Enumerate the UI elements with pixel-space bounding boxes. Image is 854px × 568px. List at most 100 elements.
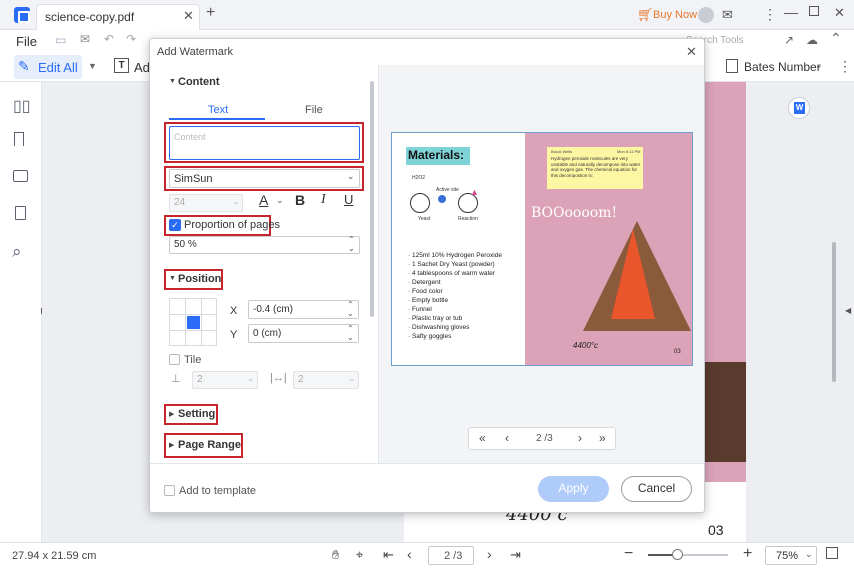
underline-icon[interactable]: U xyxy=(344,192,353,207)
more-menu-icon[interactable]: ⋮ xyxy=(763,6,777,23)
zoom-select[interactable]: 75% ⌄ xyxy=(765,546,817,565)
share-icon[interactable]: ↗ xyxy=(784,33,794,47)
notification-icon[interactable]: ✉︎ xyxy=(722,7,733,23)
font-color-icon[interactable]: A xyxy=(259,192,268,208)
tab-text[interactable]: Text xyxy=(208,104,228,116)
cancel-button[interactable]: Cancel xyxy=(621,476,692,502)
bates-dropdown-icon[interactable]: ⌄ xyxy=(815,60,823,71)
x-value: -0.4 (cm) xyxy=(253,304,293,315)
bold-icon[interactable]: B xyxy=(295,192,305,208)
section-content[interactable]: Content xyxy=(178,76,220,88)
font-select[interactable]: SimSun ⌄ xyxy=(169,169,360,188)
settings-scrollbar[interactable] xyxy=(370,81,374,317)
collapse-icon[interactable]: ⌃ xyxy=(830,30,842,47)
last-page-icon[interactable]: ⇥ xyxy=(510,547,521,563)
preview-first-icon[interactable]: « xyxy=(479,431,486,445)
setting-expand-icon[interactable]: ▶ xyxy=(169,410,174,418)
select-tool-icon[interactable]: ⌖ xyxy=(356,547,363,563)
close-tab-icon[interactable]: ✕ xyxy=(183,8,194,24)
close-window-icon[interactable]: ✕ xyxy=(834,5,845,21)
first-page-icon[interactable]: ⇤ xyxy=(383,547,394,563)
redo-icon[interactable]: ↷ xyxy=(126,32,136,46)
zoom-slider-track[interactable] xyxy=(648,549,728,560)
thumbnails-icon[interactable]: ▯▯ xyxy=(13,96,31,115)
sticky-note: Brook Wells Mon 6:11 PM Hydrogen peroxid… xyxy=(547,147,643,189)
y-spin-icon[interactable]: ⌃ ⌄ xyxy=(347,324,354,342)
search-icon[interactable]: ⌕ xyxy=(12,242,28,261)
content-input[interactable]: Content xyxy=(169,126,360,160)
word-convert-icon[interactable]: W xyxy=(788,97,810,119)
tab-file[interactable]: File xyxy=(305,104,323,116)
diagram-reaction: Reaction xyxy=(458,216,478,222)
zoom-slider-thumb[interactable] xyxy=(672,549,683,560)
preview-prev-icon[interactable]: ‹ xyxy=(505,431,509,445)
tab-bar: science-copy.pdf ✕ + 🛒︎ Buy Now ✉︎ ⋮ — ✕ xyxy=(0,0,854,30)
new-tab-icon[interactable]: + xyxy=(206,4,215,22)
section-setting[interactable]: Setting xyxy=(178,408,215,420)
save-icon[interactable]: ▭ xyxy=(55,33,66,47)
proportion-checkbox[interactable]: ✓ xyxy=(169,219,181,231)
fit-page-icon[interactable] xyxy=(826,547,838,559)
edit-all-button[interactable]: ✎ Edit All xyxy=(14,55,82,79)
x-stepper[interactable]: -0.4 (cm) ⌃ ⌄ xyxy=(248,300,359,319)
section-position[interactable]: Position xyxy=(178,273,221,285)
position-grid-selected-cell[interactable] xyxy=(187,316,200,329)
buy-now-link[interactable]: Buy Now xyxy=(653,9,697,21)
next-page-icon[interactable]: › xyxy=(487,546,492,562)
x-spin-icon[interactable]: ⌃ ⌄ xyxy=(347,300,354,318)
position-collapse-icon[interactable]: ▼ xyxy=(169,275,176,282)
cloud-icon[interactable]: ☁︎ xyxy=(806,33,818,47)
dialog-footer-divider xyxy=(150,463,704,464)
settings-panel: ▼ Content Text File Content SimSun ⌄ 24 … xyxy=(150,65,378,465)
cart-icon[interactable]: 🛒︎ xyxy=(637,7,654,23)
x-label: X xyxy=(230,305,238,317)
comment-icon[interactable] xyxy=(13,170,28,182)
maximize-icon[interactable] xyxy=(809,6,819,16)
undo-icon[interactable]: ↶ xyxy=(104,32,114,46)
page-input[interactable]: 2 /3 xyxy=(428,546,474,565)
edit-dropdown-icon[interactable]: ▼ xyxy=(88,61,97,71)
mail-icon[interactable]: ✉︎ xyxy=(80,32,90,46)
section-page-range[interactable]: Page Range xyxy=(178,439,241,451)
font-color-dropdown-icon[interactable]: ⌄ xyxy=(276,195,284,206)
proportion-spin-icon[interactable]: ⌃ ⌄ xyxy=(348,235,355,253)
add-to-template-checkbox[interactable] xyxy=(164,485,175,496)
font-size-select[interactable]: 24 ⌄ xyxy=(169,194,243,212)
add-text-label[interactable]: Ad xyxy=(134,60,150,75)
toolbar-more-icon[interactable]: ⋮ xyxy=(838,58,852,75)
material-item: · Detergent xyxy=(408,279,441,286)
bates-number-button[interactable]: Bates Number xyxy=(744,60,821,74)
preview-last-icon[interactable]: » xyxy=(599,431,606,445)
edit-pencil-icon: ✎ xyxy=(18,58,30,74)
zoom-out-icon[interactable]: − xyxy=(624,545,633,563)
bookmark-icon[interactable] xyxy=(14,132,24,146)
position-grid[interactable] xyxy=(169,298,217,346)
hand-tool-icon[interactable]: ✋︎ xyxy=(332,547,339,563)
word-glyph: W xyxy=(794,102,805,114)
menu-file[interactable]: File xyxy=(16,34,37,49)
proportion-stepper[interactable]: 50 % ⌃ ⌄ xyxy=(169,235,360,254)
tile-horizontal-select[interactable]: 2 ⌄ xyxy=(192,371,258,389)
tile-checkbox[interactable] xyxy=(169,354,180,365)
right-panel-expand-icon[interactable]: ◀ xyxy=(845,306,851,315)
preview-next-icon[interactable]: › xyxy=(578,431,582,445)
add-text-icon[interactable]: T xyxy=(114,58,129,73)
zoom-in-icon[interactable]: + xyxy=(743,545,752,563)
dialog-close-icon[interactable]: ✕ xyxy=(686,44,697,60)
minimize-icon[interactable]: — xyxy=(784,4,798,20)
attachment-icon[interactable] xyxy=(15,206,26,220)
font-size-dropdown-icon: ⌄ xyxy=(232,196,240,206)
tab-document[interactable]: science-copy.pdf ✕ xyxy=(36,4,200,30)
tile-vertical-select[interactable]: 2 ⌄ xyxy=(293,371,359,389)
prev-page-icon[interactable]: ‹ xyxy=(407,546,412,562)
tab-text-indicator xyxy=(169,118,265,120)
page-range-expand-icon[interactable]: ▶ xyxy=(169,441,174,449)
italic-icon[interactable]: I xyxy=(321,192,326,208)
y-stepper[interactable]: 0 (cm) ⌃ ⌄ xyxy=(248,324,359,343)
apply-button[interactable]: Apply xyxy=(538,476,609,502)
content-collapse-icon[interactable]: ▼ xyxy=(169,78,176,85)
add-to-template-label: Add to template xyxy=(179,485,257,497)
canvas-scrollbar[interactable] xyxy=(832,242,836,382)
avatar[interactable] xyxy=(698,7,714,23)
bg-page-number: 03 xyxy=(708,522,724,538)
